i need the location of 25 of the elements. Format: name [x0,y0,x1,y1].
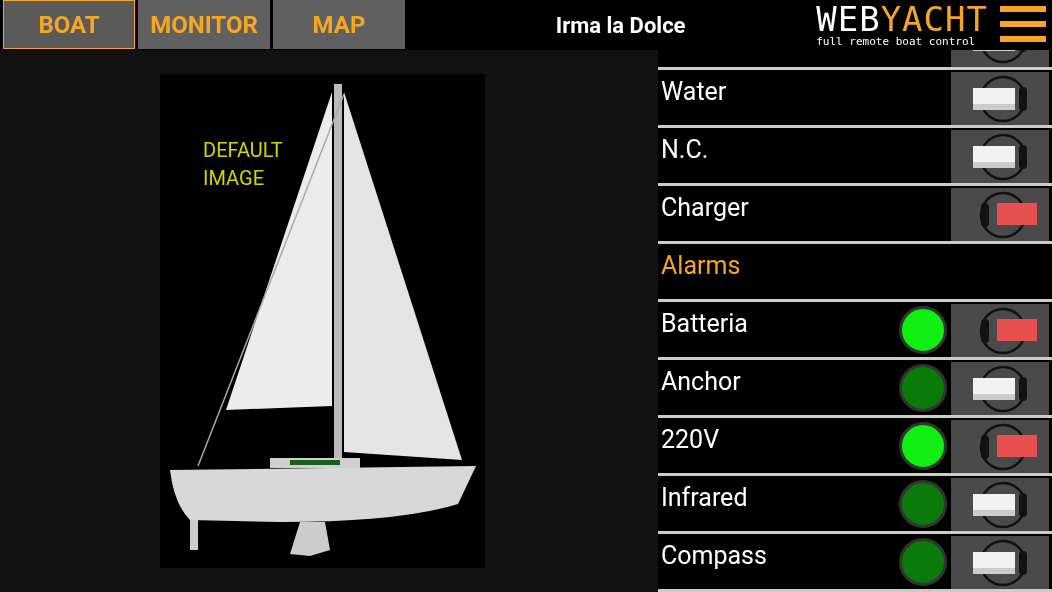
toggle-switch[interactable] [951,478,1049,531]
toggle-switch[interactable] [951,130,1049,183]
boat-name-title: Irma la Dolce [554,11,687,40]
logo-wordmark: WEBYACHT [816,2,988,36]
row-label: N.C. [660,134,710,166]
row-label: Batteria [660,308,749,340]
section-header: Alarms [660,250,742,282]
nav-tab[interactable]: MONITOR [138,0,270,49]
logo-tagline: full remote boat control [816,36,976,48]
row-label: Water [660,76,728,108]
nav-tab[interactable]: MAP [273,0,405,49]
row-label: Infrared [660,482,749,514]
nav-tab[interactable]: BOAT [3,0,135,49]
toggle-switch[interactable] [951,188,1049,241]
toggle-switch[interactable] [951,420,1049,473]
row-label: Compass [660,540,768,572]
toggle-switch[interactable] [951,536,1049,589]
toggle-switch[interactable] [951,362,1049,415]
toggle-switch[interactable] [951,304,1049,357]
toggle-switch[interactable] [951,72,1049,125]
row-label: Anchor [660,366,742,398]
row-label: Charger [660,192,750,224]
row-label: 220V [660,424,721,456]
image-caption: DEFAULT IMAGE [203,137,283,192]
menu-icon[interactable] [1000,6,1046,42]
